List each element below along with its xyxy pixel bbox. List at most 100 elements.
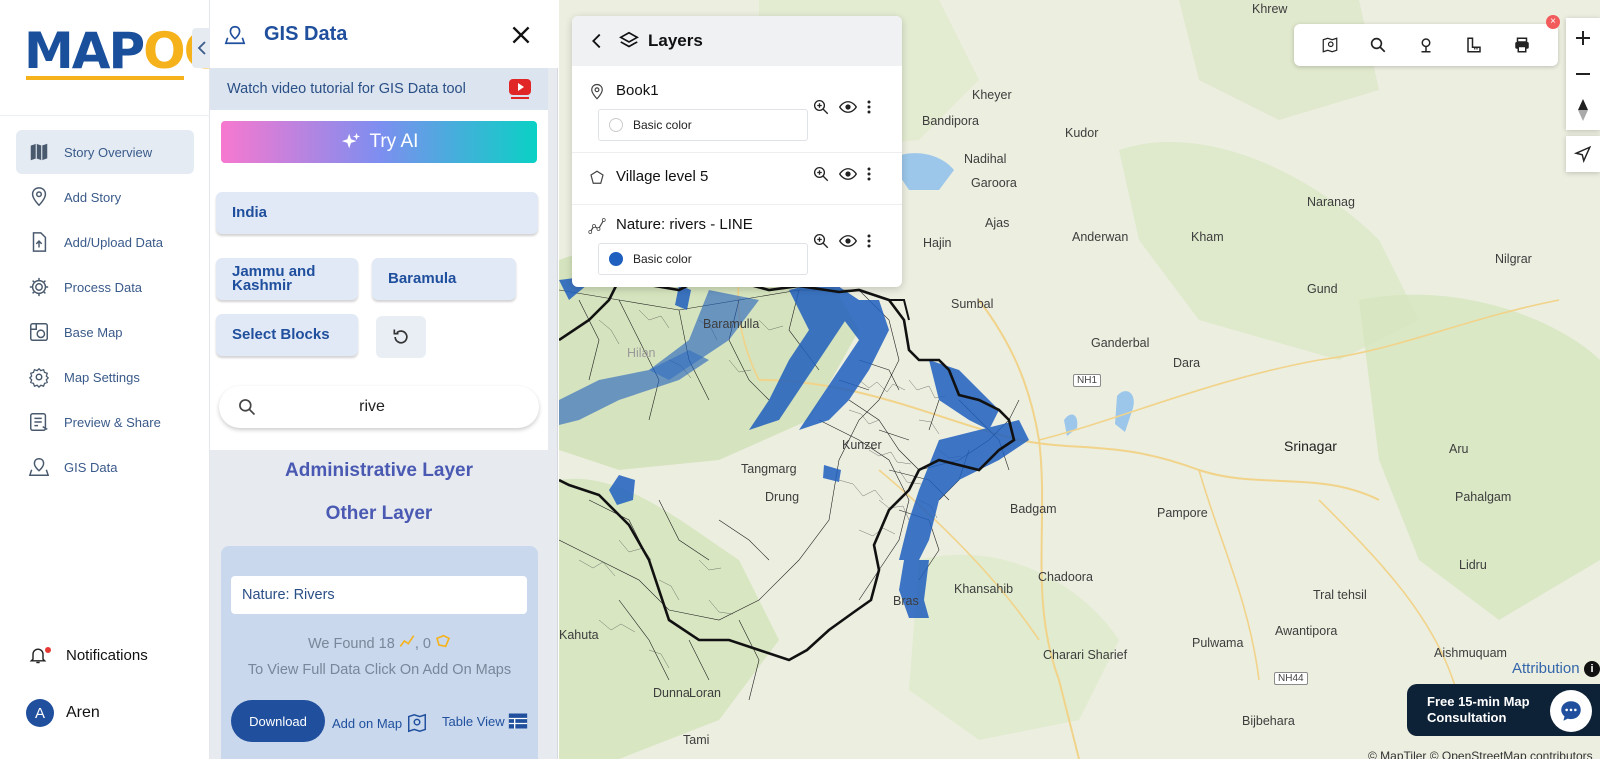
user-name: Aren (66, 704, 100, 721)
nav-add-story[interactable]: Add Story (16, 175, 194, 219)
place-label: Badgam (1010, 502, 1057, 516)
country-select-chip[interactable]: India (216, 192, 538, 234)
place-label: Kheyer (972, 88, 1012, 102)
printer-icon (1515, 37, 1529, 53)
zoom-to-layer-icon[interactable] (812, 232, 830, 250)
app-root: MAPOG Story Overview Add Story Add/Uploa… (0, 0, 1600, 759)
add-on-map-label: Add on Map (332, 716, 403, 731)
nav-label: Process Data (64, 279, 143, 295)
nav-label: Story Overview (64, 144, 153, 160)
district-select-chip[interactable]: Baramula (372, 258, 516, 300)
more-vertical-icon[interactable] (866, 166, 872, 182)
layer-row-village-level-5[interactable]: Village level 5 (572, 152, 902, 204)
layer-row-nature-rivers[interactable]: Nature: rivers - LINE Basic color (572, 204, 902, 287)
youtube-icon[interactable] (508, 77, 532, 101)
mapog-logo[interactable]: MAPOG (24, 22, 225, 82)
place-label: Dunna (653, 686, 690, 700)
notification-dot (45, 647, 51, 653)
layer-actions (812, 165, 872, 183)
consultation-banner[interactable]: Free 15-min Map Consultation (1407, 684, 1600, 736)
place-label: Loran (689, 686, 721, 700)
reset-button[interactable] (376, 316, 426, 358)
layer-name: Village level 5 (616, 168, 709, 185)
result-card: Nature: Rivers We Found 18 , 0 To View F… (221, 546, 538, 759)
place-label: Aru (1449, 442, 1469, 456)
nav-label: Add Story (64, 189, 122, 205)
add-on-map-link[interactable]: Add on Map (332, 712, 428, 734)
layers-title: Layers (648, 31, 703, 50)
compass-icon (1578, 99, 1588, 121)
layer-actions (812, 232, 872, 250)
zoom-controls (1566, 18, 1600, 130)
nav-map-settings[interactable]: Map Settings (16, 355, 194, 399)
eye-icon[interactable] (838, 98, 858, 116)
back-chevron-icon[interactable] (586, 30, 608, 52)
nav-preview-share[interactable]: Preview & Share (16, 400, 194, 444)
place-label: Awantipora (1275, 624, 1338, 638)
gis-data-icon (28, 458, 50, 476)
user-profile[interactable]: A Aren (26, 699, 100, 727)
video-tutorial-banner[interactable]: Watch video tutorial for GIS Data tool (210, 68, 548, 110)
locate-me-button[interactable] (1566, 136, 1600, 172)
collapse-sidebar-button[interactable] (192, 28, 212, 68)
administrative-layer-heading[interactable]: Administrative Layer (210, 460, 548, 482)
map-search-area-button[interactable] (1318, 33, 1342, 57)
attribution-link[interactable]: Attribution (1512, 660, 1580, 677)
search-button[interactable] (1366, 33, 1390, 57)
chat-button[interactable] (1550, 690, 1592, 732)
place-label: Nilgrar (1495, 252, 1532, 266)
polyline-icon (399, 635, 415, 647)
zoom-out-button[interactable] (1566, 56, 1600, 92)
layer-color-picker[interactable]: Basic color (598, 243, 808, 275)
state-select-chip[interactable]: Jammu and Kashmir (216, 258, 358, 300)
download-button[interactable]: Download (231, 700, 325, 742)
minus-icon (1576, 73, 1590, 75)
table-view-link[interactable]: Table View (442, 712, 528, 730)
measure-button[interactable] (1462, 33, 1486, 57)
layer-search-box[interactable] (219, 386, 539, 428)
chevron-left-icon (197, 41, 206, 55)
zoom-to-layer-icon[interactable] (812, 98, 830, 116)
map-add-icon (407, 713, 426, 733)
place-label: Pahalgam (1455, 490, 1512, 504)
close-toolbar-icon[interactable]: × (1546, 15, 1560, 29)
try-ai-button[interactable]: Try AI (221, 121, 537, 163)
nav-base-map[interactable]: Base Map (16, 310, 194, 354)
nav-label: Base Map (64, 324, 123, 340)
place-label: Tangmarg (741, 462, 797, 476)
eye-icon[interactable] (838, 165, 858, 183)
nav-story-overview[interactable]: Story Overview (16, 130, 194, 174)
upload-file-icon (32, 232, 47, 252)
highway-shield: NH44 (1274, 672, 1308, 685)
marker-button[interactable] (1414, 33, 1438, 57)
place-label: Charari Sharief (1043, 648, 1128, 662)
compass-button[interactable] (1566, 92, 1600, 128)
zoom-to-layer-icon[interactable] (812, 165, 830, 183)
other-layer-heading[interactable]: Other Layer (210, 503, 548, 525)
try-ai-label: Try AI (369, 131, 419, 152)
nav-gis-data[interactable]: GIS Data (16, 445, 194, 489)
gis-data-icon (224, 25, 246, 45)
print-button[interactable] (1510, 33, 1534, 57)
search-input[interactable] (257, 398, 487, 416)
line-count: 18 (378, 636, 395, 652)
layer-color-picker[interactable]: Basic color (598, 109, 808, 141)
layer-name: Nature: rivers - LINE (616, 216, 753, 233)
blocks-select-chip[interactable]: Select Blocks (216, 314, 358, 356)
nav-process-data[interactable]: Process Data (16, 265, 194, 309)
zoom-in-button[interactable] (1566, 20, 1600, 56)
more-vertical-icon[interactable] (866, 99, 872, 115)
nav-add-upload-data[interactable]: Add/Upload Data (16, 220, 194, 264)
map-search-icon (1322, 37, 1338, 53)
close-icon[interactable] (508, 22, 534, 48)
place-label: Pampore (1157, 506, 1208, 520)
notifications-item[interactable]: Notifications (28, 645, 148, 665)
place-label: Naranag (1307, 195, 1355, 209)
place-label: Khrew (1252, 2, 1288, 16)
eye-icon[interactable] (838, 232, 858, 250)
info-icon[interactable]: i (1584, 661, 1600, 677)
more-vertical-icon[interactable] (866, 233, 872, 249)
layer-row-book1[interactable]: Book1 Basic color (572, 66, 902, 152)
search-icon (239, 399, 256, 416)
refresh-icon (393, 329, 408, 344)
